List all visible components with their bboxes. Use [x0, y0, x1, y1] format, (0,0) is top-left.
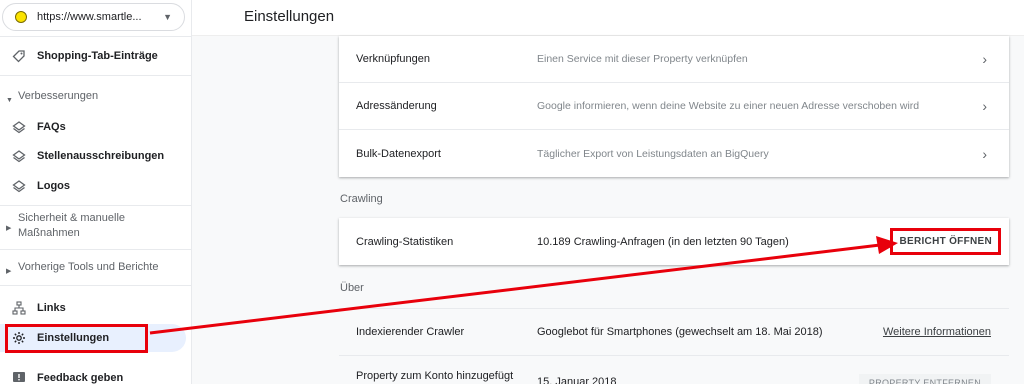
- row-value: 15. Januar 2018: [537, 376, 617, 384]
- section-label-crawling: Crawling: [340, 193, 383, 205]
- sidebar-section-label: Maßnahmen: [18, 227, 80, 239]
- page-header: Einstellungen: [192, 0, 1024, 36]
- sidebar-item-label: Feedback geben: [37, 372, 124, 384]
- sidebar-section-verbesserungen[interactable]: ▼ Verbesserungen: [0, 89, 190, 108]
- layers-icon: [11, 148, 27, 164]
- highlight-box-einstellungen: [5, 324, 148, 353]
- sidebar-divider: [0, 205, 192, 206]
- feedback-icon: [11, 370, 27, 384]
- chevron-down-icon: ▼: [163, 12, 172, 22]
- sidebar-item-feedback[interactable]: Feedback geben: [0, 364, 186, 384]
- about-card: Indexierender Crawler Googlebot für Smar…: [339, 308, 1009, 384]
- layers-icon: [11, 119, 27, 135]
- sidebar-item-logos[interactable]: Logos: [0, 172, 186, 200]
- row-label: Crawling-Statistiken: [356, 235, 454, 248]
- settings-row-verknuepfungen[interactable]: Verknüpfungen Einen Service mit dieser P…: [339, 36, 1009, 83]
- row-value: Googlebot für Smartphones (gewechselt am…: [537, 326, 823, 338]
- section-label-about: Über: [340, 282, 364, 294]
- settings-row-property-added: Property zum Konto hinzugefügt 15. Janua…: [339, 356, 1009, 384]
- open-report-button[interactable]: BERICHT ÖFFNEN: [890, 228, 1001, 255]
- sidebar-section-sicherheit[interactable]: ▶ Sicherheit & manuelle Maßnahmen: [0, 211, 190, 241]
- crawling-card: Crawling-Statistiken 10.189 Crawling-Anf…: [339, 218, 1009, 265]
- property-url: https://www.smartle...: [37, 11, 142, 23]
- sidebar-divider: [0, 285, 192, 286]
- sidebar-section-vorherige[interactable]: ▶ Vorherige Tools und Berichte: [0, 260, 190, 279]
- sidebar-item-label: Stellenausschreibungen: [37, 150, 165, 162]
- property-favicon-icon: [15, 11, 27, 23]
- sidebar-item-label: Logos: [37, 180, 70, 192]
- sidebar-section-label: Sicherheit & manuelle: [18, 212, 126, 224]
- settings-row-crawling-stats: Crawling-Statistiken 10.189 Crawling-Anf…: [339, 218, 1009, 265]
- sidebar-item-label: FAQs: [37, 121, 66, 133]
- sidebar-divider: [0, 249, 192, 250]
- search-console-app: https://www.smartle... ▼ Shopping-Tab-Ei…: [0, 0, 1024, 384]
- sitemap-icon: [11, 300, 27, 316]
- row-description: Google informieren, wenn deine Website z…: [537, 100, 920, 112]
- remove-property-button[interactable]: PROPERTY ENTFERNEN: [858, 374, 991, 384]
- page-title: Einstellungen: [244, 8, 335, 25]
- layers-icon: [11, 178, 27, 194]
- chevron-right-icon: ›: [982, 51, 987, 67]
- more-info-link[interactable]: Weitere Informationen: [883, 326, 991, 338]
- row-label: Property zum Konto hinzugefügt: [356, 370, 514, 382]
- row-description: Täglicher Export von Leistungsdaten an B…: [537, 147, 769, 160]
- caret-down-icon: ▼: [6, 97, 13, 104]
- tag-icon: [11, 48, 27, 64]
- sidebar-item-label: Shopping-Tab-Einträge: [37, 50, 158, 62]
- sidebar-section-label: Vorherige Tools und Berichte: [18, 261, 159, 273]
- settings-row-adressaenderung[interactable]: Adressänderung Google informieren, wenn …: [339, 83, 1009, 130]
- sidebar-item-label: Links: [37, 302, 66, 314]
- general-settings-card: Verknüpfungen Einen Service mit dieser P…: [339, 36, 1009, 177]
- row-label: Adressänderung: [356, 100, 437, 112]
- sidebar-item-links[interactable]: Links: [0, 294, 186, 322]
- row-label: Bulk-Datenexport: [356, 147, 441, 160]
- sidebar-section-label: Verbesserungen: [18, 90, 99, 102]
- settings-row-crawler: Indexierender Crawler Googlebot für Smar…: [339, 309, 1009, 356]
- row-value: 10.189 Crawling-Anfragen (in den letzten…: [537, 235, 789, 248]
- row-description: Einen Service mit dieser Property verknü…: [537, 53, 748, 65]
- caret-right-icon: ▶: [6, 268, 12, 275]
- settings-row-bulk-export[interactable]: Bulk-Datenexport Täglicher Export von Le…: [339, 130, 1009, 177]
- row-label: Indexierender Crawler: [356, 326, 465, 338]
- chevron-right-icon: ›: [982, 98, 987, 114]
- sidebar-divider: [0, 36, 192, 37]
- sidebar: https://www.smartle... ▼ Shopping-Tab-Ei…: [0, 0, 192, 384]
- row-label: Verknüpfungen: [356, 53, 431, 65]
- sidebar-item-shopping[interactable]: Shopping-Tab-Einträge: [0, 42, 186, 70]
- sidebar-item-stellen[interactable]: Stellenausschreibungen: [0, 142, 186, 170]
- chevron-right-icon: ›: [982, 145, 987, 162]
- settings-main: Verknüpfungen Einen Service mit dieser P…: [192, 36, 1024, 384]
- sidebar-divider: [0, 75, 192, 76]
- sidebar-item-faqs[interactable]: FAQs: [0, 113, 186, 141]
- caret-right-icon: ▶: [6, 225, 12, 232]
- property-selector[interactable]: https://www.smartle... ▼: [2, 3, 185, 31]
